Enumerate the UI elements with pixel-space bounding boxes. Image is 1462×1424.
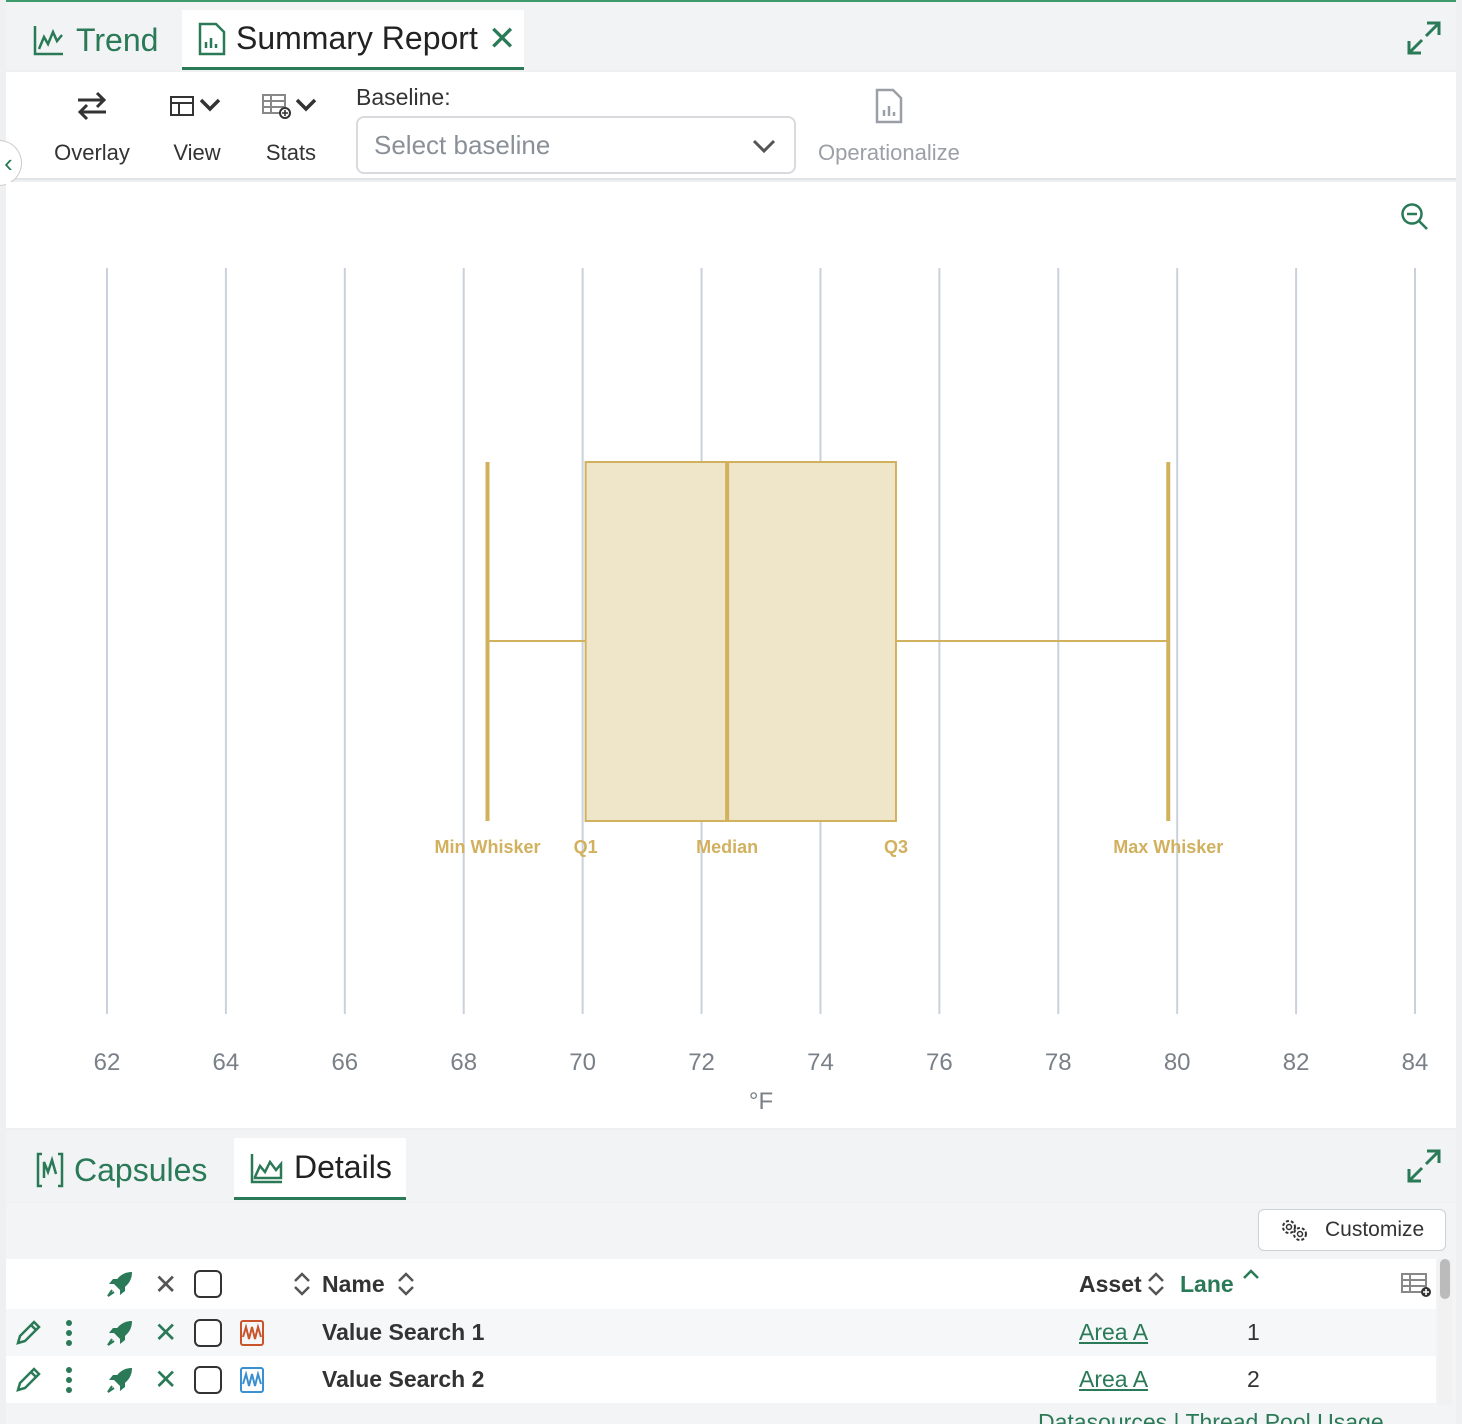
rocket-icon[interactable]	[106, 1356, 134, 1403]
x-tick-label: 80	[1164, 1049, 1191, 1076]
tab-summary-report[interactable]: Summary Report ✕	[182, 10, 524, 70]
lane-value: 1	[1247, 1319, 1260, 1345]
x-tick-label: 82	[1283, 1049, 1310, 1076]
tab-trend-label: Trend	[76, 21, 159, 58]
row-checkbox[interactable]	[194, 1309, 222, 1356]
baseline-label: Baseline:	[356, 84, 451, 110]
top-tab-bar: Trend Summary Report ✕	[6, 0, 1456, 70]
gears-icon	[1282, 1220, 1307, 1241]
annotation-max-whisker: Max Whisker	[1113, 837, 1223, 857]
swap-arrows-icon	[77, 91, 107, 121]
more-options-icon[interactable]	[64, 1309, 74, 1356]
x-tick-label: 64	[213, 1049, 240, 1076]
close-tab-icon[interactable]: ✕	[488, 19, 517, 59]
operationalize-label: Operationalize	[818, 140, 960, 165]
iqr-box	[584, 461, 897, 822]
tab-details-label: Details	[294, 1149, 392, 1185]
tab-summary-label: Summary Report	[236, 20, 478, 56]
chevron-down-icon	[752, 139, 776, 154]
overlay-button[interactable]: Overlay	[50, 86, 134, 166]
row-name: Value Search 2	[322, 1366, 485, 1392]
annotation-q3: Q3	[884, 837, 908, 857]
operationalize-button[interactable]: Operationalize	[818, 86, 960, 166]
annotation-q1: Q1	[574, 837, 598, 857]
x-tick-label: 72	[688, 1049, 715, 1076]
more-options-icon[interactable]	[64, 1356, 74, 1403]
capsules-icon	[36, 1152, 64, 1188]
bottom-tab-bar: Capsules Details	[6, 1130, 1456, 1202]
remove-all-icon[interactable]: ✕	[154, 1259, 177, 1309]
remove-icon[interactable]: ✕	[154, 1309, 177, 1356]
x-tick-label: 66	[331, 1049, 358, 1076]
sort-ascending-icon[interactable]	[1242, 1249, 1260, 1299]
stats-button[interactable]: Stats	[256, 86, 326, 166]
x-tick-label: 74	[807, 1049, 834, 1076]
asset-column-header[interactable]: Asset	[1079, 1259, 1142, 1309]
vertical-scrollbar[interactable]	[1438, 1259, 1452, 1405]
report-document-icon	[875, 88, 903, 124]
toolbar: ‹ Overlay View Stats Baseline: Select ba…	[0, 72, 1456, 186]
select-all-checkbox[interactable]	[194, 1259, 222, 1309]
view-button[interactable]: View	[164, 86, 230, 166]
overlay-label: Overlay	[54, 140, 130, 165]
x-tick-label: 68	[450, 1049, 477, 1076]
area-chart-icon	[250, 1153, 283, 1183]
expand-icon[interactable]	[1406, 1148, 1442, 1189]
x-tick-label: 70	[569, 1049, 596, 1076]
zoom-out-icon[interactable]	[1400, 202, 1430, 237]
view-label: View	[173, 140, 221, 165]
rocket-icon[interactable]	[106, 1309, 134, 1356]
layout-chevron-icon	[170, 96, 221, 116]
details-panel: Customize ✕ Name Asset Lane ✕ Value Sear…	[6, 1203, 1456, 1424]
remove-icon[interactable]: ✕	[154, 1356, 177, 1403]
report-document-icon	[198, 22, 226, 55]
signal-swatch-icon	[240, 1309, 264, 1356]
signal-swatch-icon	[240, 1356, 264, 1403]
tab-capsules[interactable]: Capsules	[36, 1140, 207, 1200]
chevron-left-icon: ‹	[4, 147, 13, 178]
edit-pencil-icon[interactable]	[14, 1356, 42, 1403]
edit-pencil-icon[interactable]	[14, 1309, 42, 1356]
stats-label: Stats	[265, 140, 317, 165]
collapse-panel-button[interactable]: ‹	[0, 140, 22, 186]
footer-links[interactable]: Datasources | Thread Pool Usage	[1038, 1409, 1384, 1424]
trend-chart-icon	[33, 26, 63, 56]
asset-link[interactable]: Area A	[1079, 1356, 1148, 1403]
rocket-icon[interactable]	[106, 1259, 134, 1309]
name-column-header[interactable]: Name	[322, 1259, 385, 1309]
customize-label: Customize	[1325, 1218, 1425, 1241]
customize-button[interactable]: Customize	[1258, 1209, 1446, 1251]
annotation-min-whisker: Min Whisker	[435, 837, 541, 857]
x-tick-label: 78	[1045, 1049, 1072, 1076]
x-axis-label: °F	[749, 1088, 773, 1115]
add-column-icon[interactable]	[1400, 1259, 1432, 1309]
annotation-median: Median	[696, 837, 758, 857]
lane-value: 2	[1247, 1366, 1260, 1392]
x-tick-label: 84	[1402, 1049, 1429, 1076]
x-tick-label: 62	[94, 1049, 121, 1076]
row-name: Value Search 1	[322, 1319, 485, 1345]
table-add-chevron-icon	[262, 94, 317, 119]
tab-capsules-label: Capsules	[74, 1151, 208, 1188]
lane-column-header[interactable]: Lane	[1180, 1259, 1234, 1309]
chart-panel: 62 64 66 68 70 72 74 76 78 80 82 84 °F Min Whisker Q1 M…	[6, 182, 1456, 1128]
expand-icon[interactable]	[1406, 20, 1442, 61]
asset-sort-icon[interactable]	[1146, 1259, 1166, 1309]
baseline-placeholder: Select baseline	[374, 129, 551, 160]
sort-icon[interactable]	[292, 1259, 312, 1309]
asset-link[interactable]: Area A	[1079, 1309, 1148, 1356]
tab-trend[interactable]: Trend	[32, 10, 158, 70]
baseline-select[interactable]: Select baseline	[356, 116, 796, 174]
table-row[interactable]: ✕ Value Search 1 Area A 1	[6, 1309, 1436, 1356]
table-header-row: ✕ Name Asset Lane	[6, 1259, 1436, 1309]
tab-details[interactable]: Details	[234, 1138, 406, 1200]
row-checkbox[interactable]	[194, 1356, 222, 1403]
boxplot-chart: 62 64 66 68 70 72 74 76 78 80 82 84 °F Min Whisker Q1 M…	[94, 268, 1429, 1115]
x-tick-label: 76	[926, 1049, 953, 1076]
name-sort-icon[interactable]	[396, 1259, 416, 1309]
table-row[interactable]: ✕ Value Search 2 Area A 2	[6, 1356, 1436, 1403]
